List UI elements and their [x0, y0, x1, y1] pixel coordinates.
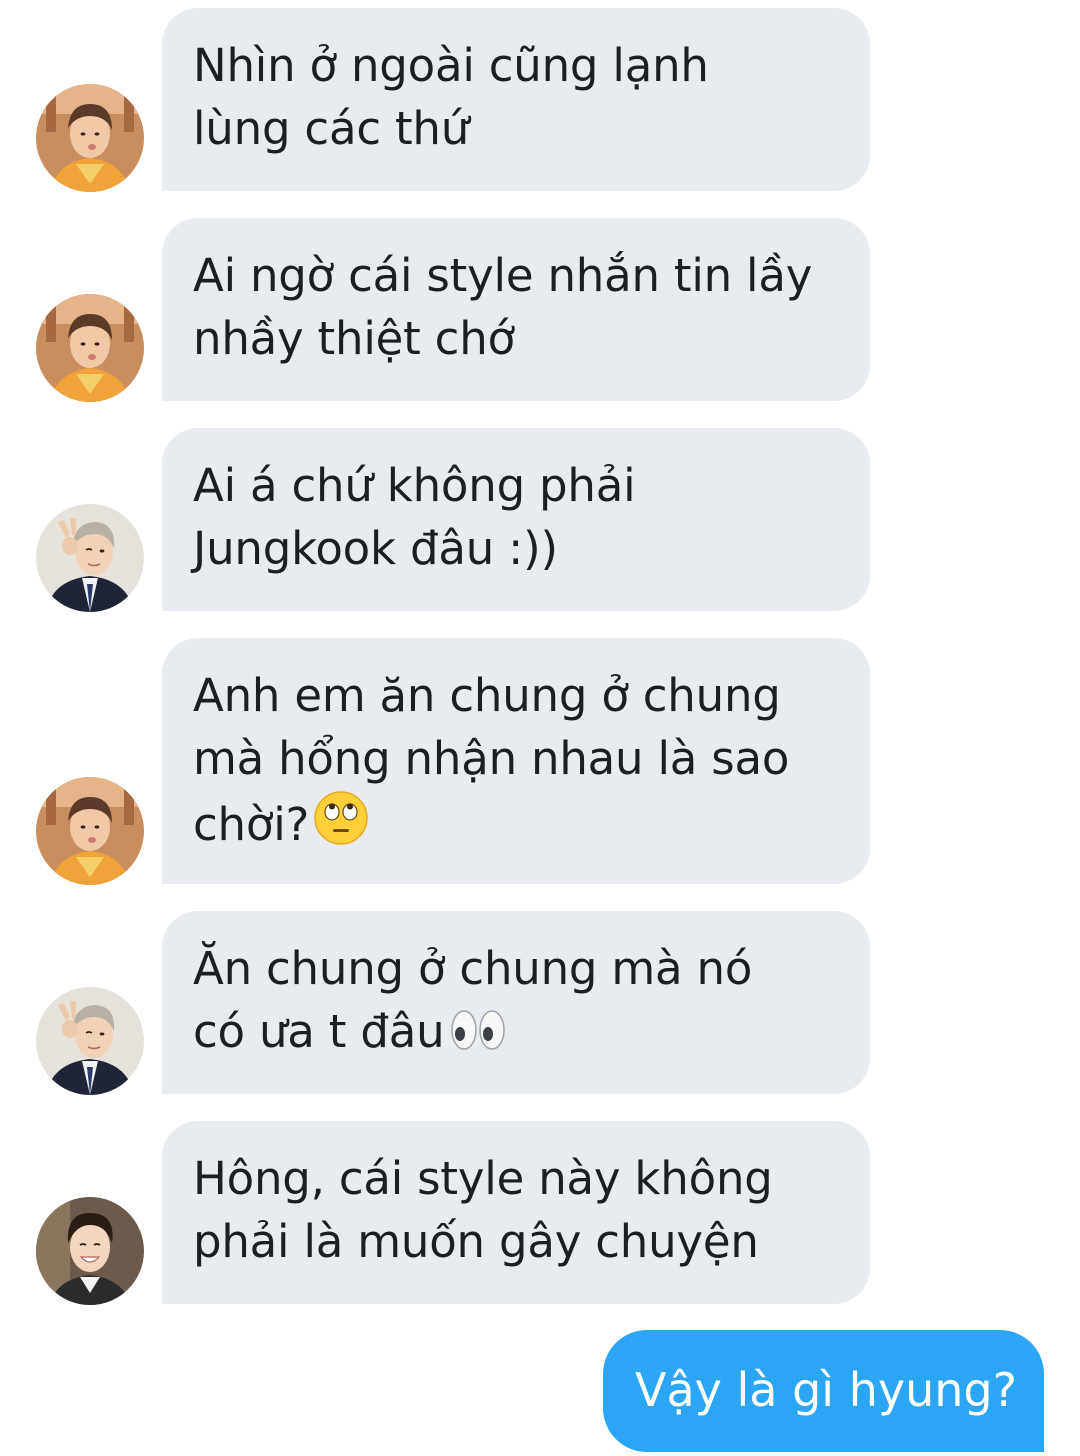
message-text: Ai á chứ không phải Jungkook đâu :)) [193, 459, 636, 575]
sender-avatar[interactable] [36, 1197, 144, 1305]
message-text: Vậy là gì hyung? [635, 1363, 1017, 1417]
message-text: Anh em ăn chung ở chung mà hổng nhận nha… [193, 669, 790, 851]
incoming-message-bubble[interactable]: Anh em ăn chung ở chung mà hổng nhận nha… [162, 638, 870, 884]
message-text: Nhìn ở ngoài cũng lạnh lùng các thứ [193, 39, 709, 155]
incoming-message-bubble[interactable]: Ai ngờ cái style nhắn tin lầy nhầy thiệt… [162, 218, 870, 401]
incoming-message-bubble[interactable]: Ai á chứ không phải Jungkook đâu :)) [162, 428, 870, 611]
message-text: Ai ngờ cái style nhắn tin lầy nhầy thiệt… [193, 249, 813, 365]
message-text: Hông, cái style này không phải là muốn g… [193, 1152, 773, 1268]
outgoing-message-bubble[interactable]: Vậy là gì hyung? [603, 1330, 1044, 1452]
avatar-member-b-icon [36, 987, 144, 1095]
avatar-member-c-icon [36, 1197, 144, 1305]
sender-avatar[interactable] [36, 777, 144, 885]
avatar-member-b-icon [36, 504, 144, 612]
avatar-member-a-icon [36, 84, 144, 192]
face-with-rolling-eyes-emoji-icon [313, 790, 369, 862]
incoming-message-bubble[interactable]: Ăn chung ở chung mà nó có ưa t đâu [162, 911, 870, 1094]
sender-avatar[interactable] [36, 987, 144, 1095]
avatar-member-a-icon [36, 777, 144, 885]
sender-avatar[interactable] [36, 294, 144, 402]
message-thread: Nhìn ở ngoài cũng lạnh lùng các thứ Ai n… [0, 0, 1080, 1456]
sender-avatar[interactable] [36, 504, 144, 612]
eyes-emoji-icon [448, 1006, 508, 1069]
avatar-member-a-icon [36, 294, 144, 402]
incoming-message-bubble[interactable]: Nhìn ở ngoài cũng lạnh lùng các thứ [162, 8, 870, 191]
incoming-message-bubble[interactable]: Hông, cái style này không phải là muốn g… [162, 1121, 870, 1304]
sender-avatar[interactable] [36, 84, 144, 192]
